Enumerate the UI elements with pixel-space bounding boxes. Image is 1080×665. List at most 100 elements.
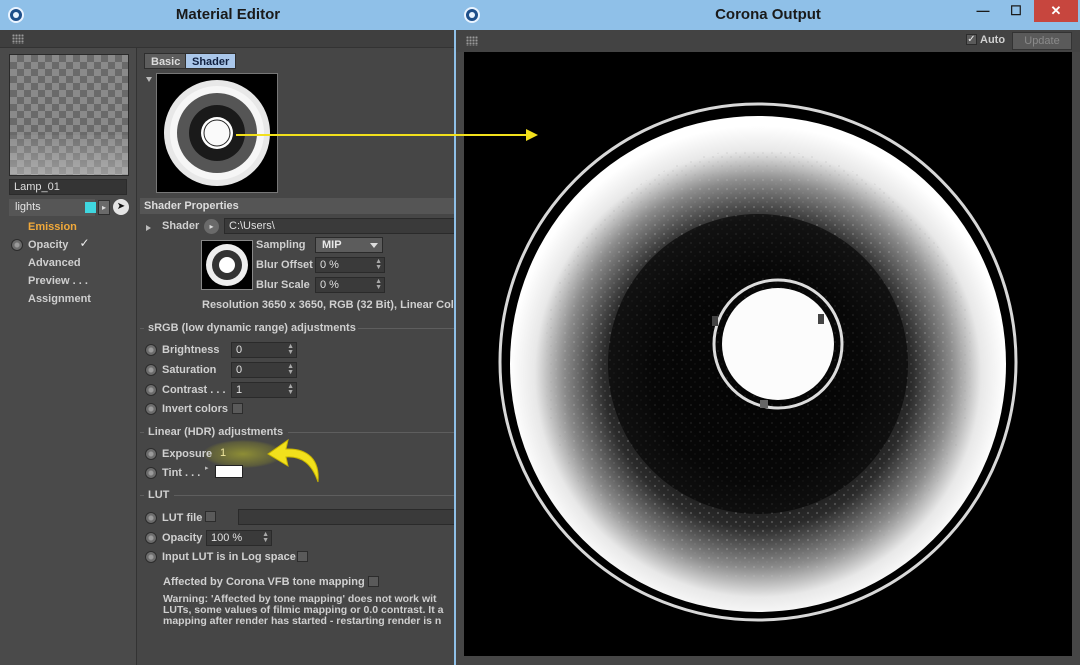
grip-icon[interactable] (12, 34, 24, 44)
opacity-radio[interactable] (11, 239, 23, 251)
brightness-field[interactable]: 0 ▲ ▼ (231, 342, 297, 358)
sampling-label: Sampling (256, 239, 306, 251)
tab-shader[interactable]: Shader (185, 53, 237, 69)
blur-offset-field[interactable]: 0 % ▲ ▼ (315, 257, 385, 273)
blur-scale-label: Blur Scale (256, 279, 310, 291)
corona-output-window: Corona Output — ☐ ✕ ✓ Auto Update (454, 0, 1080, 665)
warning-line: mapping after render has started - resta… (163, 615, 442, 627)
contrast-value: 1 (236, 384, 243, 396)
rendered-lamp-image (498, 102, 1018, 622)
group-line (174, 495, 456, 496)
contrast-label: Contrast . . . (162, 384, 226, 396)
lut-opacity-field[interactable]: 100 % ▲ ▼ (206, 530, 272, 546)
affected-tonemapping-checkbox[interactable] (368, 576, 379, 587)
auto-checkbox[interactable]: ✓ (966, 34, 977, 45)
saturation-radio[interactable] (145, 364, 157, 376)
expand-triangle-icon[interactable] (146, 225, 154, 231)
channel-advanced[interactable]: Advanced (28, 257, 81, 269)
blur-offset-label: Blur Offset (256, 259, 313, 271)
tint-expand-icon[interactable]: ▸ (205, 464, 209, 472)
channel-preview[interactable]: Preview . . . (28, 275, 88, 287)
lut-opacity-radio[interactable] (145, 532, 157, 544)
saturation-value: 0 (236, 364, 243, 376)
blur-scale-field[interactable]: 0 % ▲ ▼ (315, 277, 385, 293)
material-editor-title: Material Editor (175, 6, 281, 23)
contrast-field[interactable]: 1 ▲ ▼ (231, 382, 297, 398)
spinner-icon[interactable]: ▲ ▼ (375, 258, 382, 271)
brightness-radio[interactable] (145, 344, 157, 356)
lut-opacity-label: Opacity (162, 532, 203, 544)
exposure-field[interactable]: 1 (216, 446, 268, 462)
sampling-dropdown[interactable]: MIP (315, 237, 383, 253)
lut-opacity-value: 100 % (211, 532, 243, 544)
brightness-label: Brightness (162, 344, 220, 356)
shader-properties-header[interactable]: Shader Properties (140, 198, 456, 214)
annotation-curved-arrow-icon (267, 438, 319, 483)
saturation-field[interactable]: 0 ▲ ▼ (231, 362, 297, 378)
brightness-value: 0 (236, 344, 243, 356)
group-line (140, 432, 144, 433)
layer-arrow-button[interactable]: ▸ (98, 200, 110, 215)
spinner-icon[interactable]: ▲ ▼ (287, 383, 294, 396)
tint-label: Tint . . . (162, 467, 201, 479)
pointer-cursor-icon[interactable]: ➤ (113, 199, 129, 215)
exposure-label: Exposure (162, 448, 213, 460)
tint-color-swatch[interactable] (215, 465, 243, 478)
layer-row: lights ▸ ➤ (9, 199, 137, 216)
channel-sidebar: Lamp_01 lights ▸ ➤ Emission Opacity ✓ Ad… (0, 48, 137, 665)
maximize-icon[interactable]: ☐ (1001, 0, 1031, 22)
lut-file-label: LUT file (162, 512, 203, 524)
spinner-icon[interactable]: ▲ ▼ (375, 278, 382, 291)
shader-label: Shader (162, 220, 200, 232)
layer-color-swatch (85, 202, 96, 213)
group-line (140, 328, 144, 329)
output-toolbar: ✓ Auto Update (456, 30, 1080, 52)
affected-tonemapping-label: Affected by Corona VFB tone mapping (163, 576, 365, 588)
sampling-value: MIP (322, 239, 342, 251)
lut-file-path-field[interactable] (238, 509, 456, 525)
material-editor-window: Material Editor Lamp_01 lights ▸ ➤ Emiss… (0, 0, 456, 665)
shader-menu-arrow-icon[interactable]: ▸ (204, 219, 219, 234)
material-preview[interactable] (9, 54, 129, 176)
corona-output-titlebar[interactable]: Corona Output — ☐ ✕ (456, 0, 1080, 30)
invert-radio[interactable] (145, 403, 157, 415)
exposure-radio[interactable] (145, 448, 157, 460)
layer-label[interactable]: lights (9, 199, 95, 216)
auto-label: Auto (980, 34, 1006, 46)
layer-name: lights (15, 201, 41, 213)
close-icon[interactable]: ✕ (1034, 0, 1078, 22)
collapse-triangle-icon[interactable] (146, 77, 152, 82)
srgb-group-header: sRGB (low dynamic range) adjustments (148, 322, 356, 334)
material-name-field[interactable]: Lamp_01 (9, 179, 127, 195)
grip-icon[interactable] (466, 36, 478, 46)
group-line (358, 328, 456, 329)
saturation-label: Saturation (162, 364, 217, 376)
channel-emission[interactable]: Emission (28, 221, 77, 233)
opacity-check-icon[interactable]: ✓ (79, 237, 90, 250)
spinner-icon[interactable]: ▲ ▼ (262, 531, 269, 544)
lut-log-checkbox[interactable] (297, 551, 308, 562)
lut-log-radio[interactable] (145, 551, 157, 563)
lut-file-checkbox[interactable] (205, 511, 216, 522)
spinner-icon[interactable]: ▲ ▼ (287, 363, 294, 376)
tint-radio[interactable] (145, 467, 157, 479)
shader-path-field[interactable]: C:\Users\ (224, 218, 456, 234)
tab-basic[interactable]: Basic (144, 53, 188, 69)
contrast-radio[interactable] (145, 384, 157, 396)
spinner-icon[interactable]: ▲ ▼ (287, 343, 294, 356)
group-line (140, 495, 144, 496)
lut-file-radio[interactable] (145, 512, 157, 524)
channel-assignment[interactable]: Assignment (28, 293, 91, 305)
minimize-icon[interactable]: — (968, 0, 998, 22)
update-button[interactable]: Update (1012, 32, 1072, 50)
shader-thumbnail-small (201, 240, 253, 290)
lut-log-label: Input LUT is in Log space (162, 551, 296, 563)
blur-scale-value: 0 % (320, 279, 339, 291)
chevron-down-icon (370, 243, 378, 248)
material-editor-menubar (0, 30, 456, 48)
render-output-view[interactable] (464, 52, 1072, 656)
channel-opacity[interactable]: Opacity (28, 239, 68, 251)
lut-group-header: LUT (148, 489, 170, 501)
invert-checkbox[interactable] (232, 403, 243, 414)
material-editor-titlebar[interactable]: Material Editor (0, 0, 456, 30)
